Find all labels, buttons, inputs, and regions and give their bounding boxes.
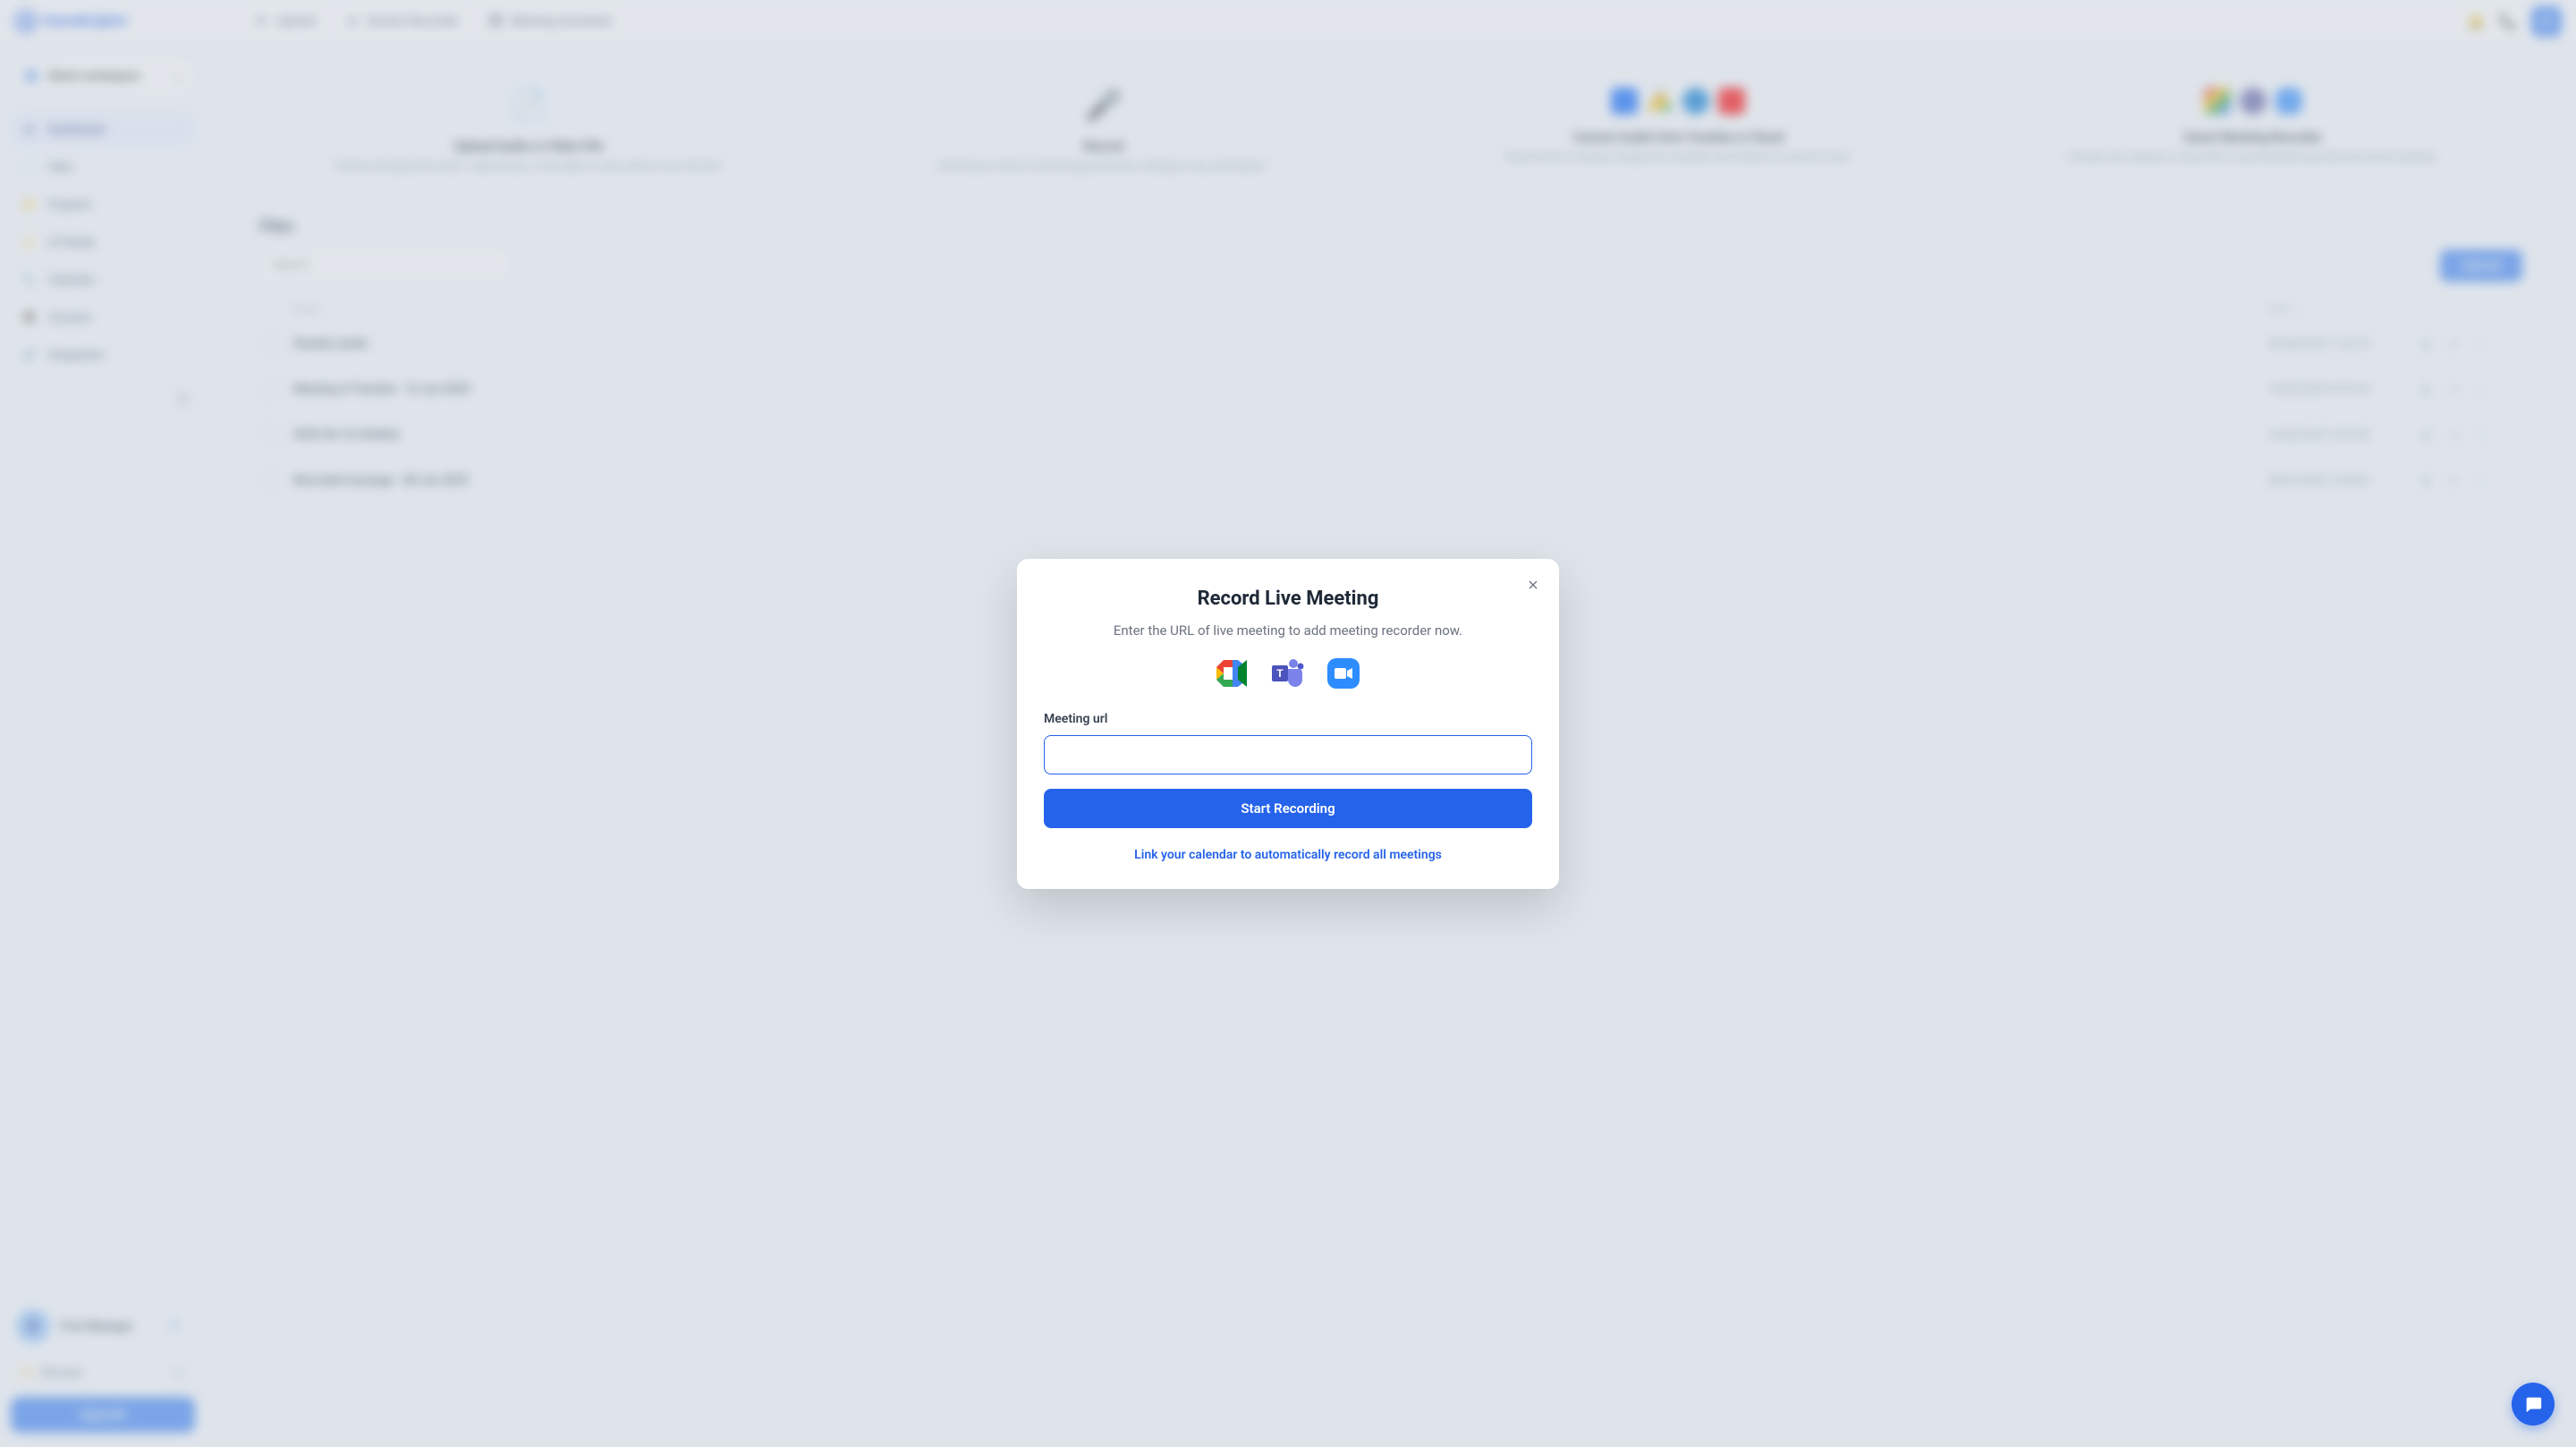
- svg-text:T: T: [1276, 667, 1284, 680]
- zoom-icon: [1327, 658, 1360, 689]
- modal-overlay[interactable]: Record Live Meeting Enter the URL of liv…: [0, 0, 2576, 1447]
- meeting-url-input[interactable]: [1044, 735, 1532, 774]
- microsoft-teams-icon: T: [1272, 658, 1304, 689]
- record-meeting-modal: Record Live Meeting Enter the URL of liv…: [1017, 559, 1559, 889]
- link-calendar-link[interactable]: Link your calendar to automatically reco…: [1044, 848, 1532, 862]
- modal-subtitle: Enter the URL of live meeting to add mee…: [1044, 622, 1532, 639]
- meeting-url-label: Meeting url: [1044, 712, 1532, 726]
- google-meet-icon: [1216, 658, 1249, 689]
- close-button[interactable]: [1523, 575, 1543, 595]
- chat-widget-button[interactable]: [2512, 1383, 2555, 1426]
- meeting-provider-icons: T: [1044, 658, 1532, 689]
- modal-title: Record Live Meeting: [1044, 588, 1532, 610]
- start-recording-button[interactable]: Start Recording: [1044, 789, 1532, 828]
